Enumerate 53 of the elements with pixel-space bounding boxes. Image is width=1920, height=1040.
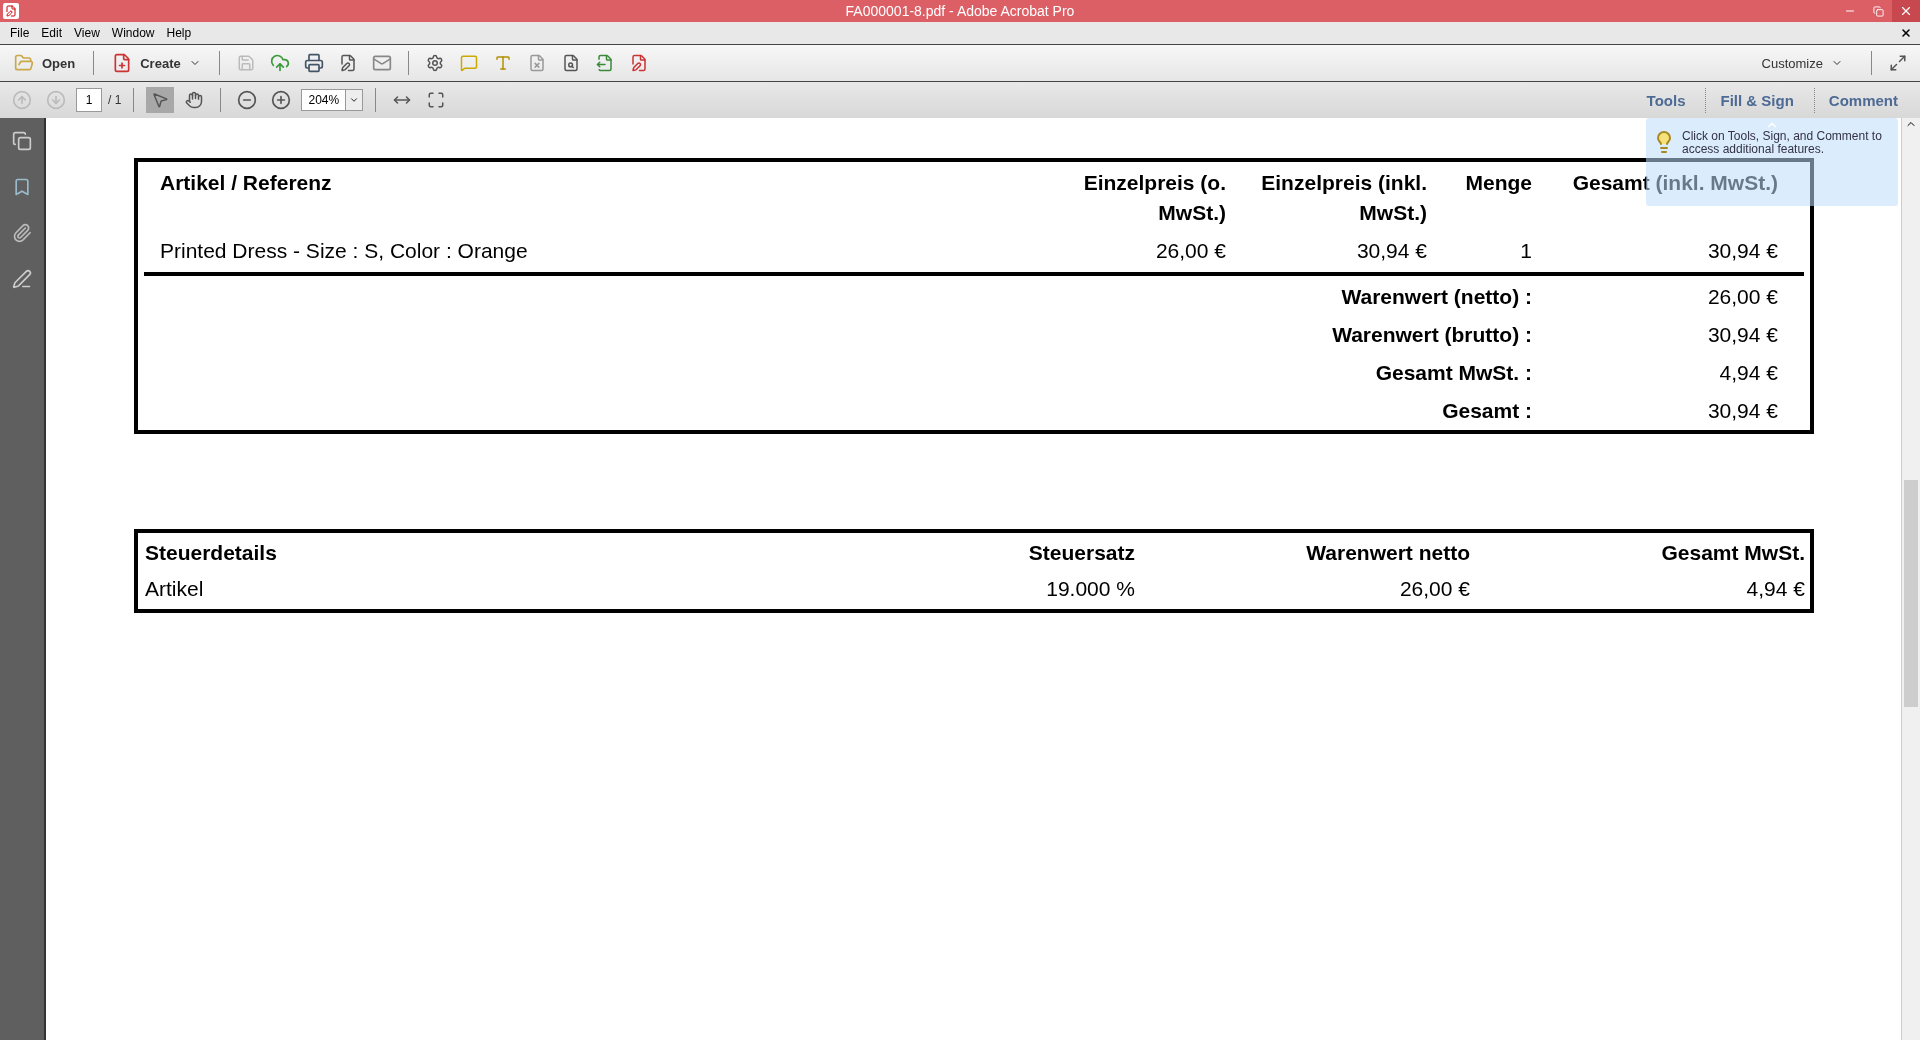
open-button[interactable]: Open	[8, 51, 82, 75]
zoom-field[interactable]: 204%	[301, 89, 346, 111]
panel-tab[interactable]: Tools	[1632, 87, 1700, 113]
window-title: FA000001-8.pdf - Adobe Acrobat Pro	[844, 3, 1076, 19]
table-cell-text: Artikel	[145, 576, 205, 602]
menu-item[interactable]: Edit	[35, 26, 69, 40]
document-plus-icon	[112, 53, 133, 73]
close-button[interactable]	[1892, 0, 1920, 22]
menu-item[interactable]: View	[68, 26, 106, 40]
table-cell-text: 4,94 €	[1745, 576, 1805, 602]
column-header: Einzelpreis (o. MwSt.)	[1082, 170, 1226, 226]
folder-icon	[14, 53, 34, 73]
column-header: Artikel / Referenz	[159, 170, 333, 196]
column-header: Warenwert netto	[1305, 540, 1470, 566]
total-value: 30,94 €	[1706, 398, 1778, 424]
table-cell-text: 19.000 %	[1045, 576, 1135, 602]
restore-icon	[1872, 5, 1884, 17]
menu-item[interactable]: File	[4, 26, 36, 40]
table-cell-text: Printed Dress - Size : S, Color : Orange	[159, 238, 529, 264]
app-logo-icon	[3, 3, 19, 19]
page-count: / 1	[108, 93, 122, 107]
column-header: Steuerdetails	[145, 540, 278, 566]
table-cell-text: 26,00 €	[1154, 238, 1226, 264]
column-header: Einzelpreis (inkl. MwSt.)	[1260, 170, 1427, 226]
table-cell-text: 26,00 €	[1398, 576, 1470, 602]
total-label: Gesamt :	[1442, 399, 1532, 423]
scrollbar-thumb[interactable]	[1904, 480, 1918, 707]
menu-item[interactable]: Help	[160, 26, 198, 40]
table-cell-text: 1	[1519, 238, 1532, 264]
total-value: 26,00 €	[1706, 284, 1778, 310]
total-label: Warenwert (netto) :	[1341, 285, 1532, 309]
table-cell-text: 30,94 €	[1706, 238, 1778, 264]
page-field[interactable]: 1	[76, 88, 102, 112]
column-header: Menge	[1464, 170, 1532, 196]
menu-item[interactable]: Window	[105, 26, 161, 40]
table-cell-text: 30,94 €	[1355, 238, 1427, 264]
panel-tab[interactable]: Fill & Sign	[1705, 87, 1808, 113]
create-button[interactable]: Create	[106, 51, 207, 75]
total-value: 4,94 €	[1718, 360, 1778, 386]
total-value: 30,94 €	[1706, 322, 1778, 348]
total-label: Warenwert (brutto) :	[1332, 323, 1532, 347]
column-header: Steuersatz	[1027, 540, 1135, 566]
total-label: Gesamt MwSt. :	[1375, 361, 1532, 385]
zoom-dropdown-button[interactable]	[345, 89, 364, 111]
panel-tab[interactable]: Comment	[1813, 87, 1912, 113]
column-header: Gesamt MwSt.	[1660, 540, 1805, 566]
customize-button[interactable]: Customize	[1755, 54, 1849, 72]
select-tool-icon[interactable]	[146, 87, 175, 113]
caret-icon	[349, 95, 360, 105]
scrollbar[interactable]	[1901, 118, 1920, 1040]
tooltip-text: Click on Tools, Sign, and Comment to access additional features.	[1682, 130, 1883, 156]
close-icon	[1899, 4, 1913, 18]
column-header: Gesamt (inkl. MwSt.)	[1571, 170, 1778, 196]
